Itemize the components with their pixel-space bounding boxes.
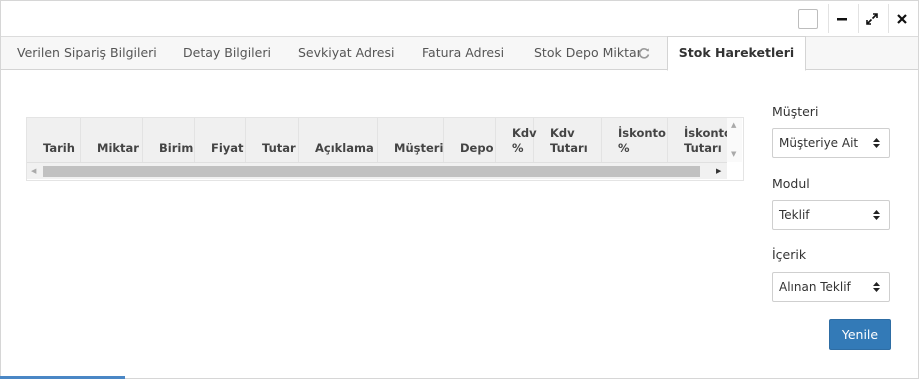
modul-label: Modul [772, 176, 810, 191]
select-caret-icon [872, 201, 881, 229]
stock-movements-grid: Tarih Miktar Birim Fiyat Tutar Açıklama … [26, 117, 744, 181]
horizontal-scrollbar[interactable]: ◀ ▶ [27, 163, 727, 179]
window-checkbox[interactable] [798, 9, 818, 29]
column-kdv-tutari[interactable]: Kdv Tutarı [534, 118, 602, 162]
tab-verilen-siparis[interactable]: Verilen Sipariş Bilgileri [17, 37, 157, 69]
scroll-right-icon[interactable]: ▶ [716, 167, 721, 175]
column-iskonto-oran[interactable]: İskonto% [602, 118, 668, 162]
vertical-scrollbar[interactable]: ▲ ▼ [727, 118, 742, 162]
col-line2: Fiyat [211, 141, 244, 155]
column-miktar[interactable]: Miktar [81, 118, 143, 162]
column-musteri[interactable]: Müşteri [378, 118, 444, 162]
col-line1: Kdv [550, 126, 575, 140]
col-line1: Kdv [512, 126, 537, 140]
tab-stok-hareketleri[interactable]: Stok Hareketleri [667, 36, 806, 71]
scroll-up-icon[interactable]: ▲ [731, 121, 736, 129]
col-line2: Tutarı [684, 141, 722, 155]
col-line2: Müşteri [394, 141, 444, 155]
column-kdv-oran[interactable]: Kdv% [496, 118, 537, 162]
col-line2: Açıklama [315, 141, 374, 155]
refresh-icon [638, 48, 650, 59]
icerik-select[interactable]: Alınan Teklif [772, 272, 890, 302]
maximize-button[interactable] [858, 4, 885, 33]
col-line2: Birim [159, 141, 194, 155]
modul-select-value: Teklif [779, 208, 810, 222]
column-depo[interactable]: Depo [444, 118, 496, 162]
select-caret-icon [872, 129, 881, 157]
musteri-label: Müşteri [772, 104, 819, 119]
musteri-select-value: Müşteriye Ait [779, 136, 859, 150]
col-line2: % [512, 141, 524, 155]
col-line1: İskonto [684, 126, 732, 140]
column-tutar[interactable]: Tutar [246, 118, 299, 162]
col-line1: İskonto [618, 126, 666, 140]
tab-stok-depo-miktar-label: Stok Depo Miktar [534, 45, 642, 60]
col-line2: Tutar [262, 141, 296, 155]
icerik-select-value: Alınan Teklif [779, 280, 851, 294]
column-iskonto-tutari[interactable]: İskonto Tutarı [668, 118, 732, 162]
column-tarih[interactable]: Tarih [27, 118, 81, 162]
modul-select[interactable]: Teklif [772, 200, 890, 230]
column-fiyat[interactable]: Fiyat [195, 118, 246, 162]
col-line2: Tutarı [550, 141, 588, 155]
musteri-select[interactable]: Müşteriye Ait [772, 128, 890, 158]
grid-header: Tarih Miktar Birim Fiyat Tutar Açıklama … [27, 118, 732, 163]
minimize-button[interactable] [828, 4, 855, 33]
tab-detay-bilgileri[interactable]: Detay Bilgileri [183, 37, 271, 69]
title-bar [1, 1, 918, 37]
scroll-down-icon[interactable]: ▼ [731, 150, 736, 158]
col-line2: Tarih [43, 141, 75, 155]
col-line2: Depo [460, 141, 494, 155]
tab-stok-depo-miktar[interactable]: Stok Depo Miktar [534, 37, 650, 69]
close-icon [897, 13, 907, 24]
tab-fatura-adresi[interactable]: Fatura Adresi [422, 37, 504, 69]
col-line2: % [618, 141, 630, 155]
column-aciklama[interactable]: Açıklama [299, 118, 378, 162]
expand-icon [866, 12, 878, 25]
column-birim[interactable]: Birim [143, 118, 195, 162]
icerik-label: İçerik [772, 247, 807, 262]
col-line2: Miktar [97, 141, 139, 155]
tab-bar: Verilen Sipariş Bilgileri Detay Bilgiler… [1, 36, 918, 71]
close-button[interactable] [888, 4, 915, 33]
horizontal-scroll-thumb[interactable] [43, 166, 700, 177]
minus-icon [837, 17, 847, 20]
dialog-window: Verilen Sipariş Bilgileri Detay Bilgiler… [0, 0, 919, 379]
yenile-button[interactable]: Yenile [829, 319, 891, 350]
select-caret-icon [872, 273, 881, 301]
tab-sevkiyat-adresi[interactable]: Sevkiyat Adresi [298, 37, 394, 69]
scroll-left-icon[interactable]: ◀ [31, 167, 36, 175]
